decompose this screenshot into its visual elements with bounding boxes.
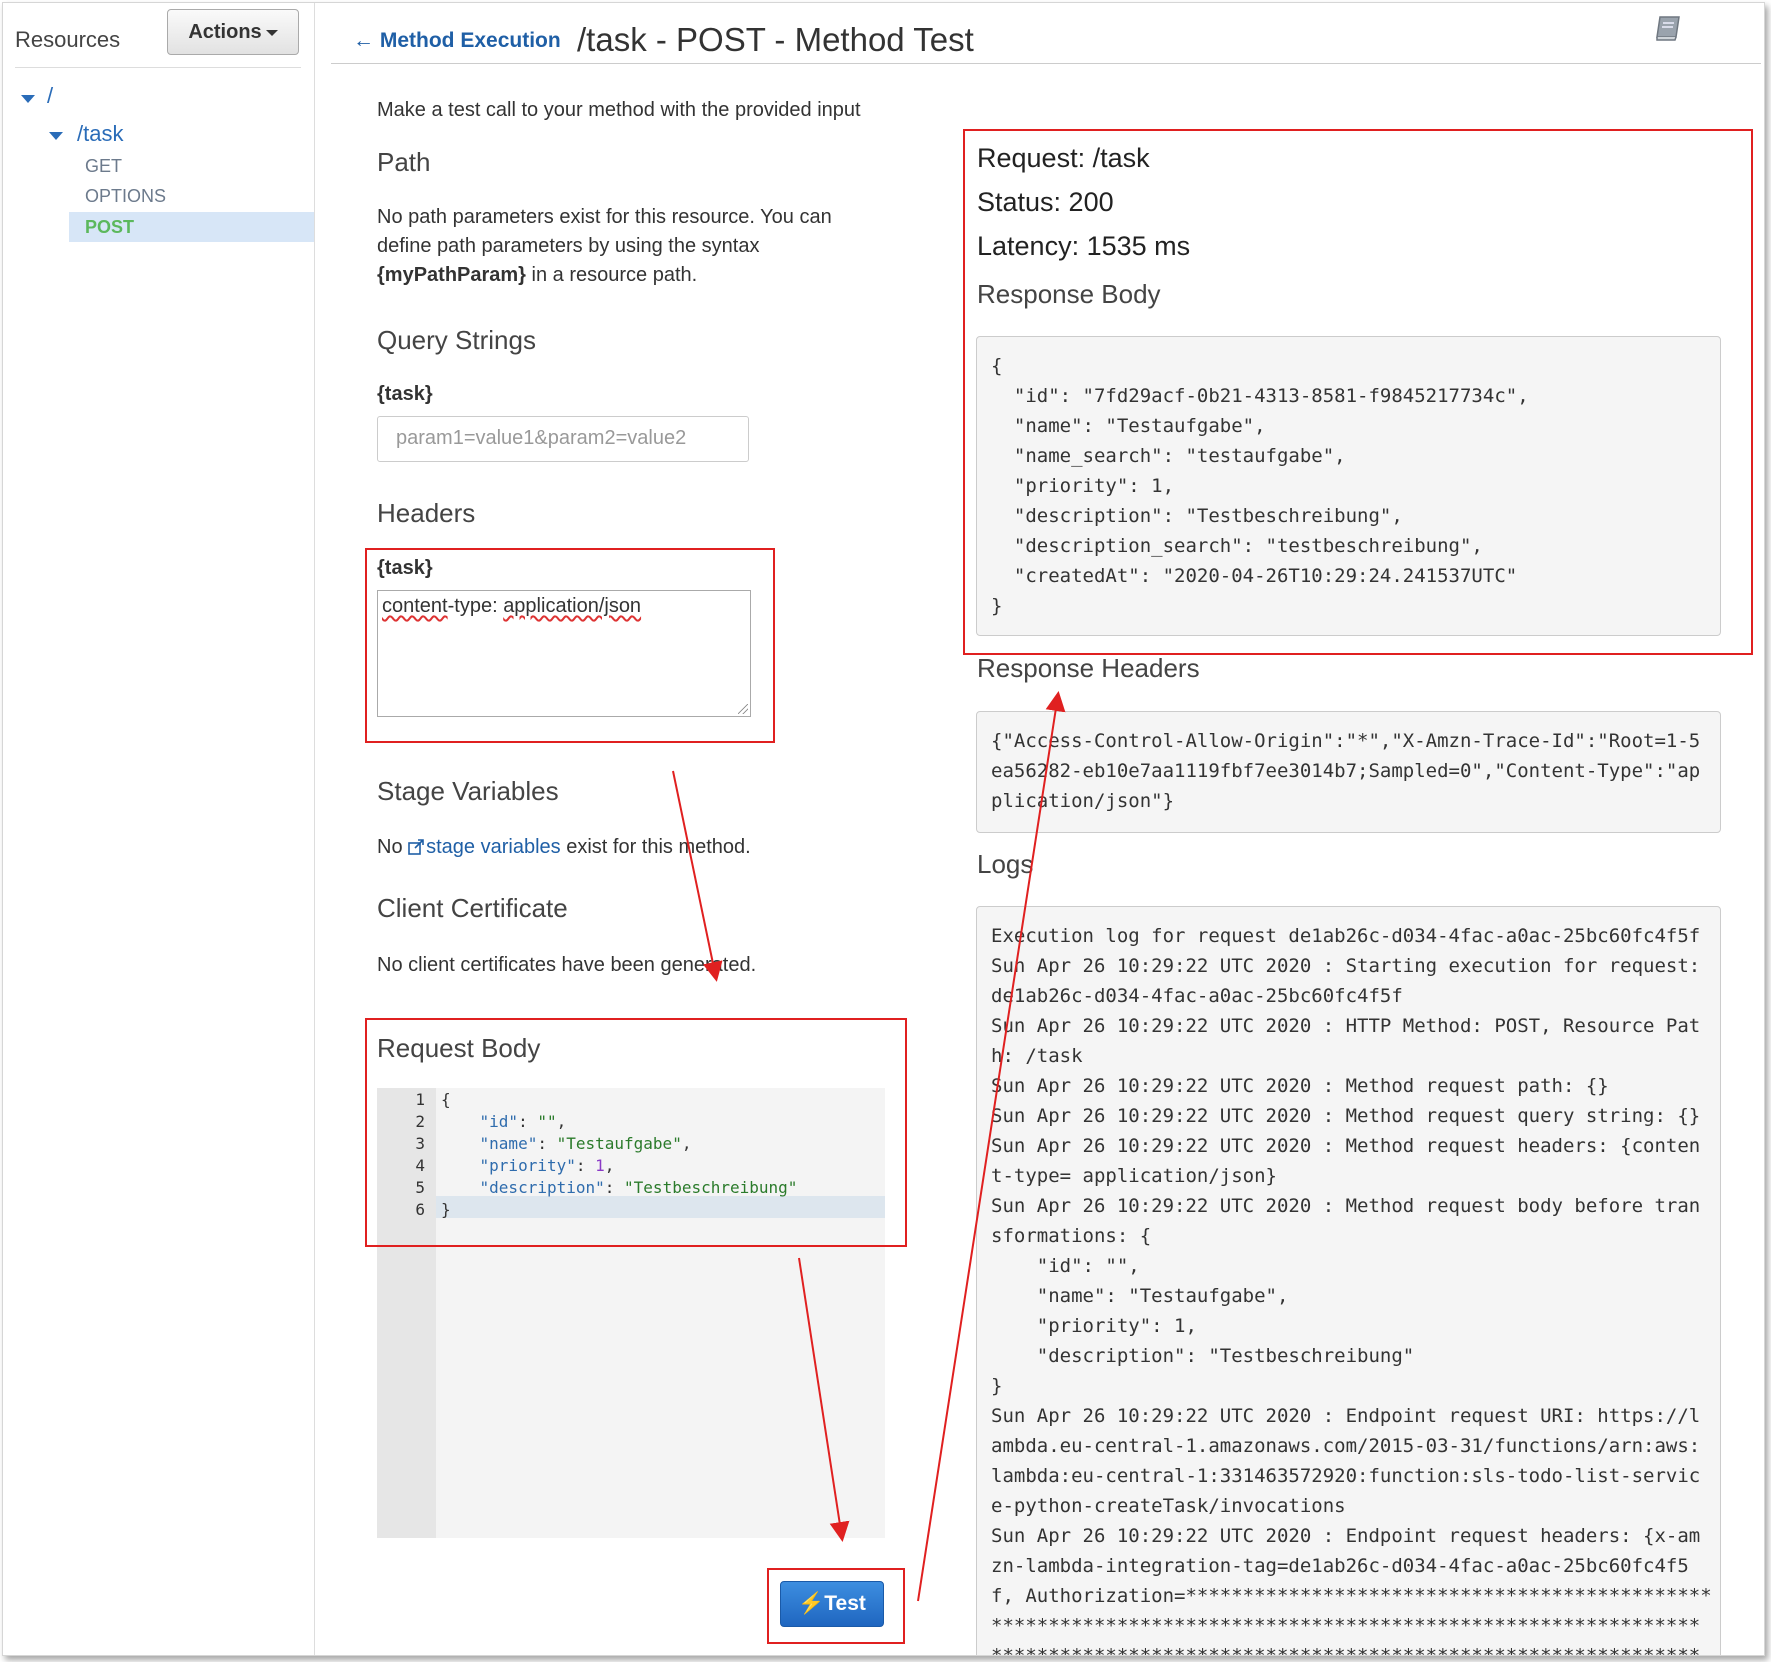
window: Resources Actions / /task GET OPTIONS PO… [2,2,1765,1656]
annotation-box-request-body [365,1018,907,1247]
query-string-input[interactable]: param1=value1&param2=value2 [377,416,749,462]
path-text-line: {myPathParam} in a resource path. [377,261,877,290]
stage-variables-link[interactable]: stage variables [408,836,561,858]
logs-heading: Logs [977,849,1034,879]
annotation-box-test-button [767,1568,905,1644]
client-certificate-text: No client certificates have been generat… [377,954,757,976]
intro-text: Make a test call to your method with the… [377,99,861,121]
path-description: No path parameters exist for this resour… [377,203,877,290]
actions-button[interactable]: Actions [167,9,299,55]
annotation-box-headers [365,548,775,743]
stage-text: exist for this method. [560,836,751,858]
path-text-line: No path parameters exist for this resour… [377,206,832,228]
logs-output: Execution log for request de1ab26c-d034-… [976,906,1721,1655]
expand-caret-icon[interactable] [21,95,35,103]
stage-link-label: stage variables [426,836,561,858]
header-divider [331,63,1761,64]
query-label: {task} [377,383,433,405]
method-options[interactable]: OPTIONS [85,186,166,207]
actions-label: Actions [188,21,262,43]
path-text-line: in a resource path. [525,264,698,286]
tree-root-link[interactable]: / [47,83,53,109]
book-icon[interactable] [1653,13,1683,43]
stage-text: No [377,836,409,858]
stage-variables-text: No stage variables exist for this method… [377,833,937,862]
response-headers: {"Access-Control-Allow-Origin":"*","X-Am… [976,711,1721,833]
tree-resource-task[interactable]: /task [77,121,123,147]
stage-variables-heading: Stage Variables [377,776,559,806]
divider [15,67,301,68]
resources-sidebar: Resources Actions / /task GET OPTIONS PO… [3,3,315,1655]
method-get[interactable]: GET [85,156,122,177]
headers-heading: Headers [377,498,476,528]
method-execution-link[interactable]: ← Method Execution [353,29,561,53]
arrow-headers-to-body [672,770,723,982]
annotation-box-response [963,129,1753,655]
method-post[interactable]: POST [69,212,314,242]
query-strings-heading: Query Strings [377,325,536,355]
caret-down-icon [265,29,278,36]
path-text-line: define path parameters by using the synt… [377,235,760,257]
page-title: /task - POST - Method Test [577,21,974,58]
resources-title: Resources [15,27,121,52]
path-param-syntax: {myPathParam} [377,264,526,286]
response-headers-heading: Response Headers [977,653,1200,683]
external-link-icon [408,839,424,855]
client-certificate-heading: Client Certificate [377,893,568,923]
back-label: Method Execution [379,29,561,52]
expand-caret-icon[interactable] [49,132,63,140]
path-heading: Path [377,147,431,177]
